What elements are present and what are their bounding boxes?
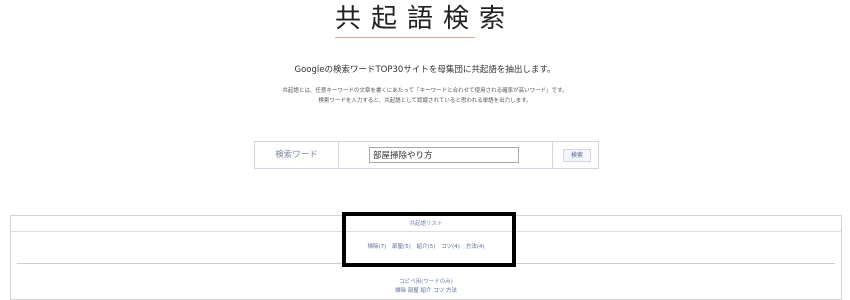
logo-underline [335,37,475,38]
word-item[interactable]: 掃除(7) [368,244,387,250]
word-item[interactable]: 紹介(5) [417,244,436,250]
site-logo: 共起語検索 [334,4,515,34]
description-line-2: 検索ワードを入力すると、共起語として認識されていると思われる単語を出力します。 [318,98,532,104]
tagline: Googleの検索ワードTOP30サイトを母集団に共起語を抽出します。 [294,65,556,75]
word-item[interactable]: コツ(4) [441,244,460,250]
copy-words: 掃除 部屋 紹介 コツ 方法 [395,288,457,294]
results-panel: 共起語リスト 掃除(7) 部屋(5) 紹介(5) コツ(4) 方法(4) コピペ… [10,215,842,300]
word-item[interactable]: 部屋(5) [392,244,411,250]
cooccurrence-word-list: 掃除(7) 部屋(5) 紹介(5) コツ(4) 方法(4) [11,242,841,250]
description-line-1: 共起語とは、任意キーワードの文章を書くにあたって「キーワードと合わせて使用される… [282,88,568,94]
word-item[interactable]: 方法(4) [466,244,485,250]
description: 共起語とは、任意キーワードの文章を書くにあたって「キーワードと合わせて使用される… [0,86,850,106]
search-button[interactable]: 検索 [563,149,591,162]
results-title: 共起語リスト [11,216,841,232]
divider [17,263,835,264]
copy-section-title: コピペ用(ワードのみ) [399,279,453,285]
search-form: 検索ワード 検索 [254,141,599,169]
search-label: 検索ワード [255,142,339,168]
search-input[interactable] [369,147,519,163]
search-input-cell [339,142,553,168]
